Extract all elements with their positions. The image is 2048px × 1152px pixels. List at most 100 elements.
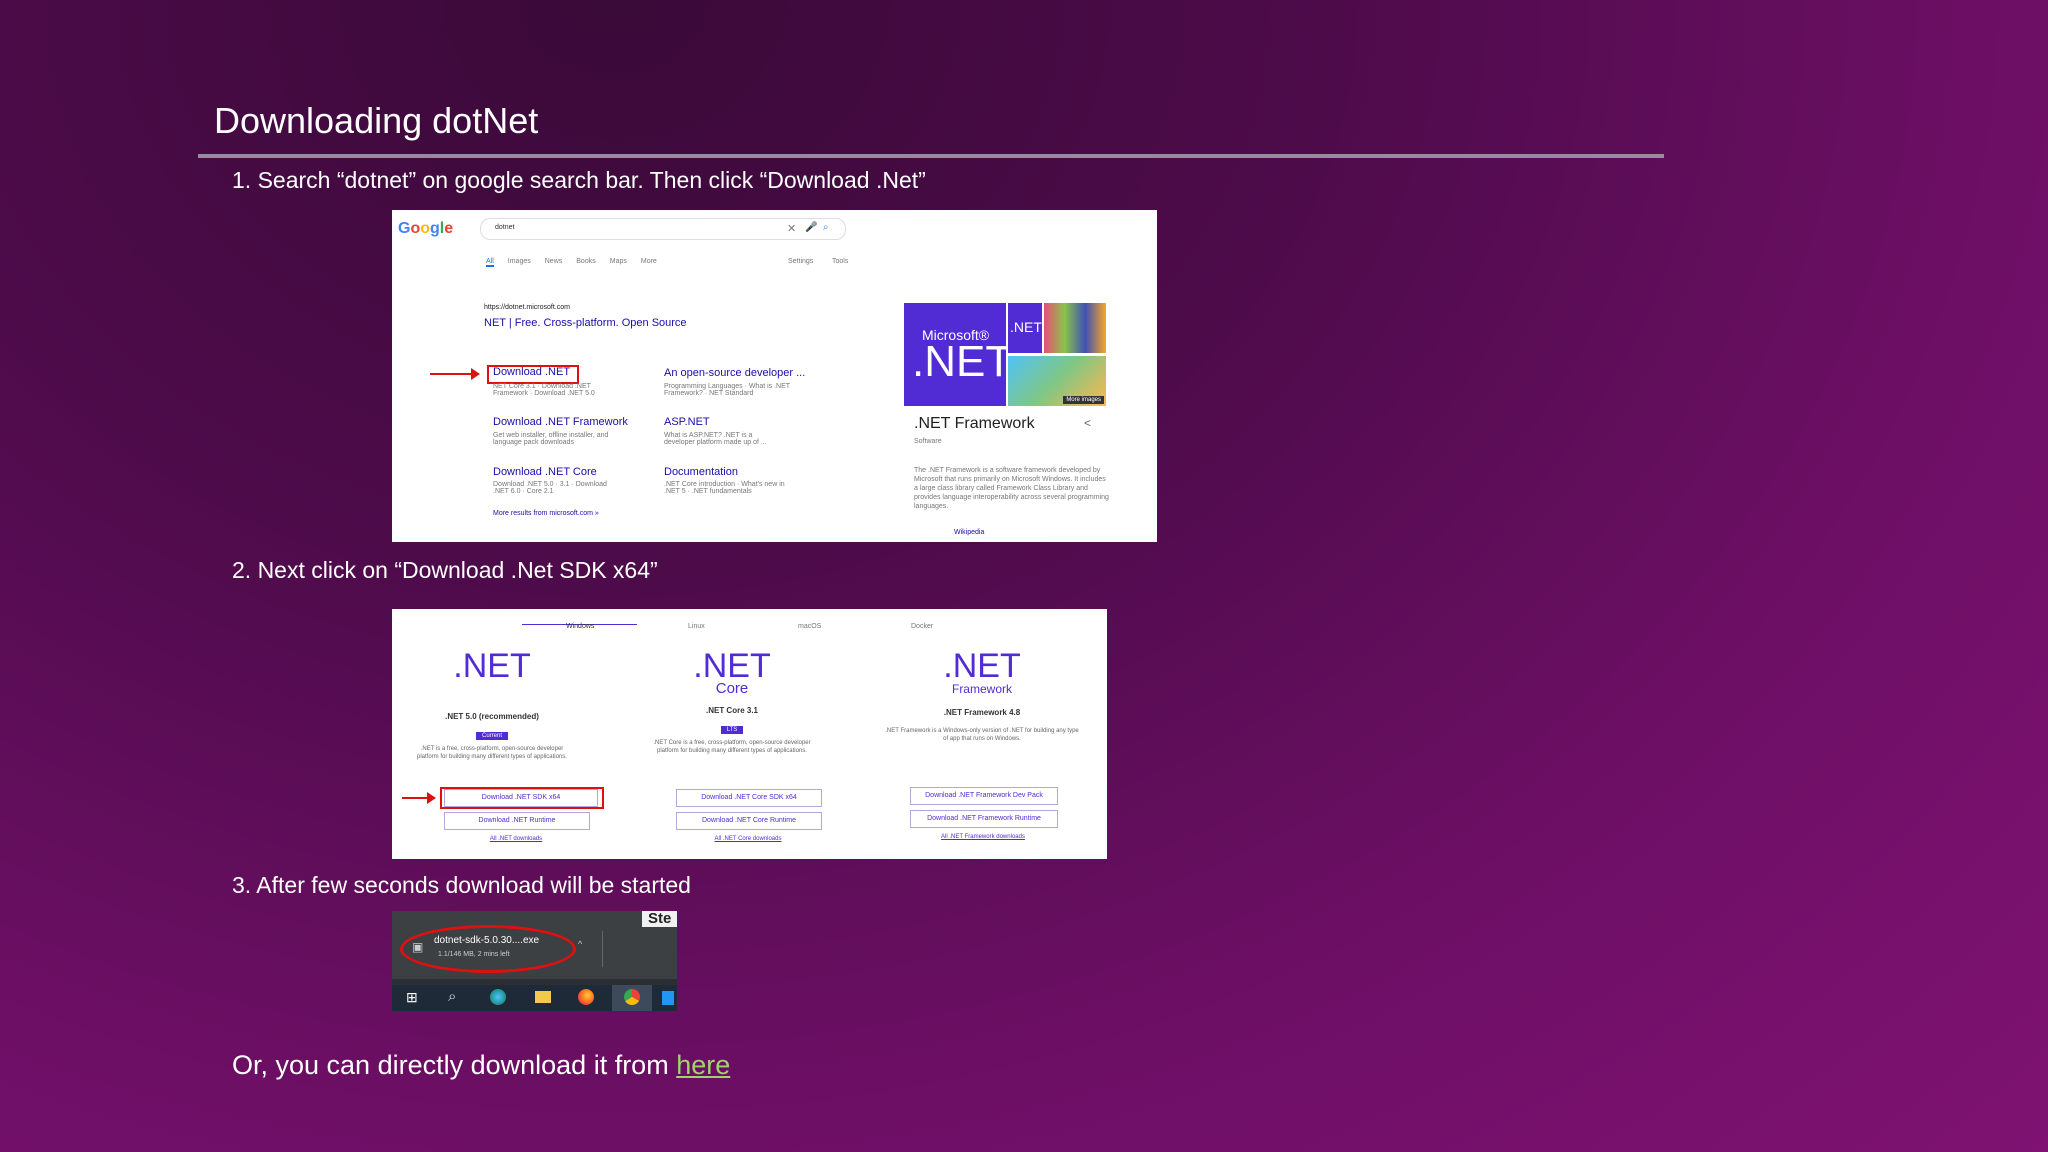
direct-download-prefix: Or, you can directly download it from <box>232 1050 677 1080</box>
sitelink-download-net[interactable]: Download .NET <box>493 366 570 378</box>
panel-description: The .NET Framework is a software framewo… <box>914 467 1109 510</box>
download-framework-devpack-button[interactable]: Download .NET Framework Dev Pack <box>910 787 1058 805</box>
search-icon[interactable]: ⌕ <box>823 222 829 233</box>
sitelink-desc: NET Core 3.1 · Download .NET Framework ·… <box>493 383 595 397</box>
clear-icon[interactable]: ✕ <box>787 222 796 235</box>
panel-title: .NET Framework <box>914 415 1035 432</box>
tab-maps[interactable]: Maps <box>610 258 627 267</box>
download-net-runtime-button[interactable]: Download .NET Runtime <box>444 812 590 830</box>
tab-docker[interactable]: Docker <box>911 623 933 630</box>
download-bar-screenshot: Ste ▣ dotnet-sdk-5.0.30....exe 1.1/146 M… <box>392 911 677 1011</box>
image-thumb: More images <box>1008 356 1106 406</box>
more-images-link[interactable]: More images <box>1063 396 1104 404</box>
wikipedia-link[interactable]: Wikipedia <box>954 529 984 536</box>
image-thumb <box>1044 303 1106 353</box>
download-highlight-ellipse <box>400 925 576 973</box>
download-progress: 1.1/146 MB, 2 mins left <box>438 951 510 958</box>
page-corner: Ste <box>642 911 677 927</box>
tab-all[interactable]: All <box>486 258 494 267</box>
chrome-icon <box>624 989 640 1005</box>
taskbar: ⊞ ⌕ <box>392 985 677 1011</box>
sitelink-documentation[interactable]: Documentation <box>664 466 738 478</box>
result-url: https://dotnet.microsoft.com <box>484 304 570 311</box>
file-icon: ▣ <box>412 940 424 954</box>
here-link[interactable]: here <box>676 1050 730 1080</box>
all-core-downloads-link[interactable]: All .NET Core downloads <box>676 835 820 843</box>
step-3-text: 3. After few seconds download will be st… <box>232 872 691 898</box>
lts-badge: LTS <box>720 726 744 734</box>
net-logo: .NET <box>453 647 531 685</box>
all-net-downloads-link[interactable]: All .NET downloads <box>444 835 588 843</box>
version-label: .NET Core 3.1 <box>705 706 758 715</box>
red-arrow-icon <box>430 368 480 380</box>
framework-label: Framework <box>951 682 1012 696</box>
sitelink-desc: Get web installer, offline installer, an… <box>493 432 609 446</box>
chrome-taskbar-active[interactable] <box>612 985 652 1011</box>
google-search-bar[interactable]: dotnet ✕ 🎤 ⌕ <box>480 218 846 240</box>
download-net-sdk-x64-button[interactable]: Download .NET SDK x64 <box>444 789 598 807</box>
chevron-up-icon[interactable]: ^ <box>578 939 582 949</box>
share-icon[interactable]: < <box>1084 416 1091 430</box>
download-core-sdk-button[interactable]: Download .NET Core SDK x64 <box>676 789 822 807</box>
google-logo: Google <box>398 220 454 237</box>
sitelink-download-core[interactable]: Download .NET Core <box>493 466 597 478</box>
microphone-icon[interactable]: 🎤 <box>805 222 817 233</box>
windows-start-icon[interactable]: ⊞ <box>406 989 418 1006</box>
net-framework-column: .NET Framework .NET Framework 4.8 .NET F… <box>882 647 1082 743</box>
edge-icon[interactable] <box>490 989 506 1005</box>
dotnet-image-thumb: .NET <box>1008 303 1042 353</box>
file-explorer-icon[interactable] <box>535 991 551 1003</box>
description: .NET Core is a free, cross-platform, ope… <box>653 740 811 754</box>
page-corner-text: Ste <box>648 911 672 927</box>
net-core-column: .NET Core .NET Core 3.1 LTS .NET Core is… <box>652 647 812 755</box>
tab-macos[interactable]: macOS <box>798 623 821 630</box>
firefox-icon[interactable] <box>578 989 594 1005</box>
divider <box>602 931 603 967</box>
tab-linux[interactable]: Linux <box>688 623 705 630</box>
current-badge: Current <box>475 732 508 740</box>
result-title[interactable]: NET | Free. Cross-platform. Open Source <box>484 317 687 329</box>
sitelink-desc: .NET Core introduction · What's new in .… <box>664 481 785 495</box>
tab-more[interactable]: More <box>641 258 657 267</box>
net5-column: .NET .NET 5.0 (recommended) Current .NET… <box>412 647 572 761</box>
sitelink-desc: What is ASP.NET? .NET is a developer pla… <box>664 432 767 446</box>
search-query: dotnet <box>495 224 515 231</box>
search-icon[interactable]: ⌕ <box>448 988 456 1005</box>
google-search-screenshot: Google dotnet ✕ 🎤 ⌕ All Images News Book… <box>392 210 1157 542</box>
direct-download-text: Or, you can directly download it from he… <box>232 1050 730 1081</box>
sitelink-desc: Programming Languages · What is .NET Fra… <box>664 383 790 397</box>
google-tabs: All Images News Books Maps More <box>486 258 657 267</box>
tab-windows[interactable]: Windows <box>566 623 594 630</box>
download-core-runtime-button[interactable]: Download .NET Core Runtime <box>676 812 822 830</box>
dotnet-logo-text: .NET <box>912 337 1013 386</box>
dotnet-download-screenshot: Windows Linux macOS Docker .NET .NET 5.0… <box>392 609 1107 859</box>
tab-images[interactable]: Images <box>508 258 531 267</box>
description: .NET Framework is a Windows-only version… <box>885 728 1079 742</box>
tab-news[interactable]: News <box>545 258 563 267</box>
red-arrow-icon <box>402 792 436 804</box>
step-2-text: 2. Next click on “Download .Net SDK x64” <box>232 557 658 583</box>
slide-title: Downloading dotNet <box>214 100 539 141</box>
step-1-text: 1. Search “dotnet” on google search bar.… <box>232 167 926 193</box>
tab-books[interactable]: Books <box>576 258 595 267</box>
version-label: .NET Framework 4.8 <box>943 708 1021 717</box>
dotnet-thumb-text: .NET <box>1010 319 1042 335</box>
app-icon[interactable] <box>662 991 674 1005</box>
download-filename[interactable]: dotnet-sdk-5.0.30....exe <box>434 935 539 946</box>
sitelink-aspnet[interactable]: ASP.NET <box>664 416 710 428</box>
description: .NET is a free, cross-platform, open-sou… <box>417 746 567 760</box>
panel-subtitle: Software <box>914 438 942 445</box>
version-label: .NET 5.0 (recommended) <box>445 712 539 721</box>
net-logo: .NET <box>943 647 1021 685</box>
tools-link[interactable]: Tools <box>832 258 848 265</box>
download-framework-runtime-button[interactable]: Download .NET Framework Runtime <box>910 810 1058 828</box>
core-label: Core <box>715 680 749 697</box>
title-divider <box>198 154 1664 158</box>
dotnet-logo-tile: Microsoft® .NET <box>904 303 1012 406</box>
sitelink-open-source[interactable]: An open-source developer ... <box>664 367 805 379</box>
sitelink-download-framework[interactable]: Download .NET Framework <box>493 416 628 428</box>
settings-link[interactable]: Settings <box>788 258 813 265</box>
more-results-link[interactable]: More results from microsoft.com » <box>493 510 599 517</box>
all-framework-downloads-link[interactable]: All .NET Framework downloads <box>910 833 1056 841</box>
sitelink-desc: Download .NET 5.0 · 3.1 · Download .NET … <box>493 481 607 495</box>
